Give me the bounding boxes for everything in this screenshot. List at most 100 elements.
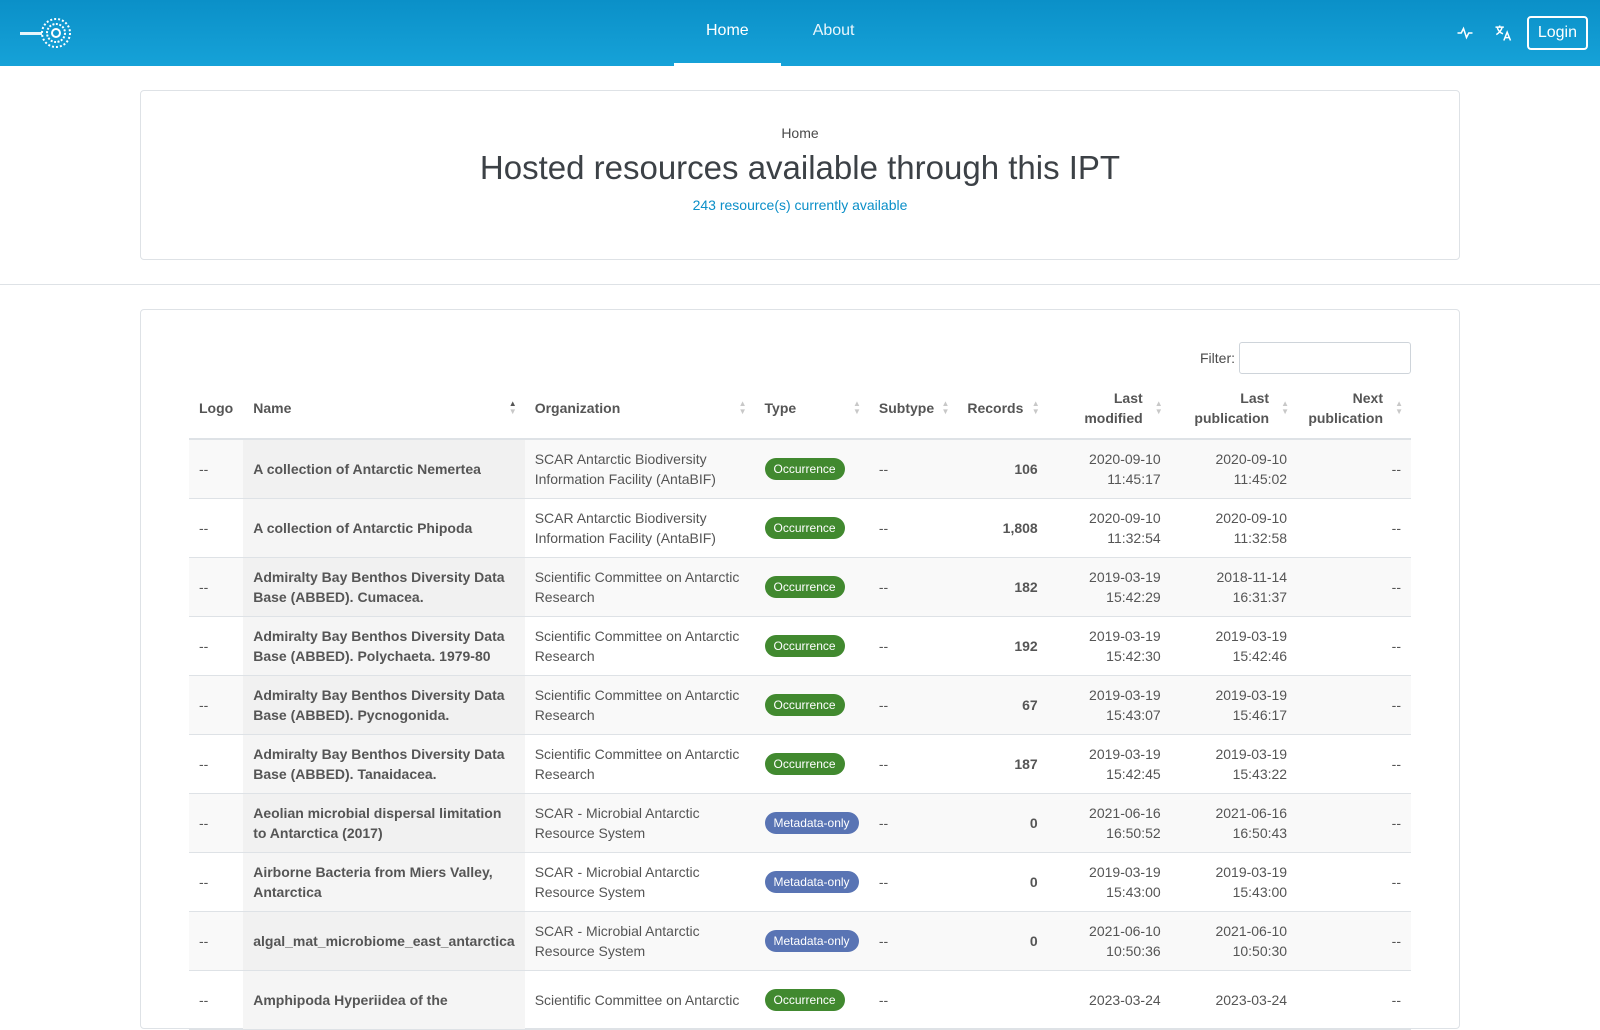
- cell-last-publication: 2020-09-10 11:45:02: [1170, 439, 1298, 499]
- cell-subtype: --: [868, 734, 958, 794]
- col-last-publication[interactable]: Last publication ▲ ▼: [1170, 377, 1298, 440]
- cell-name-link[interactable]: Aeolian microbial dispersal limitation t…: [243, 793, 525, 853]
- page-header-card: Home Hosted resources available through …: [140, 90, 1460, 260]
- sort-icon: ▲ ▼: [941, 398, 950, 416]
- cell-type: Occurrence: [754, 498, 869, 558]
- table-row[interactable]: -- Aeolian microbial dispersal limitation…: [189, 793, 1411, 853]
- col-records[interactable]: Records ▲ ▼: [957, 377, 1048, 440]
- cell-type: Occurrence: [754, 616, 869, 676]
- cell-last-modified: 2019-03-19 15:42:29: [1047, 557, 1171, 617]
- resources-table-card: Filter: Logo Name ▲ ▼ Organization ▲ ▼ Typ…: [140, 309, 1460, 1030]
- cell-last-modified: 2019-03-19 15:43:07: [1047, 675, 1171, 735]
- cell-next-publication: --: [1297, 911, 1411, 971]
- cell-name-link[interactable]: A collection of Antarctic Phipoda: [243, 498, 525, 558]
- cell-next-publication: --: [1297, 498, 1411, 558]
- nav-home-link[interactable]: Home: [674, 0, 781, 66]
- cell-name-link[interactable]: algal_mat_microbiome_east_antarctica: [243, 911, 525, 971]
- table-row[interactable]: -- Admiralty Bay Benthos Diversity Data B…: [189, 734, 1411, 794]
- cell-records: 0: [957, 852, 1048, 912]
- nav-about-link[interactable]: About: [781, 0, 887, 66]
- table-row[interactable]: -- algal_mat_microbiome_east_antarctica SC…: [189, 911, 1411, 971]
- cell-subtype: --: [868, 852, 958, 912]
- cell-type: Occurrence: [754, 675, 869, 735]
- table-row[interactable]: -- A collection of Antarctic Nemertea SCAR…: [189, 439, 1411, 499]
- col-last-modified[interactable]: Last modified ▲ ▼: [1047, 377, 1171, 440]
- cell-logo: --: [189, 439, 244, 499]
- cell-organization: SCAR Antarctic Biodiversity Information …: [524, 439, 755, 499]
- cell-last-publication: 2019-03-19 15:43:00: [1170, 852, 1298, 912]
- cell-name-link[interactable]: Admiralty Bay Benthos Diversity Data Bas…: [243, 675, 525, 735]
- cell-last-modified: 2020-09-10 11:45:17: [1047, 439, 1171, 499]
- cell-organization: Scientific Committee on Antarctic Resear…: [524, 675, 755, 735]
- cell-next-publication: --: [1297, 616, 1411, 676]
- table-header-row: Logo Name ▲ ▼ Organization ▲ ▼ Type ▲ ▼ Sub…: [189, 377, 1411, 440]
- cell-records: 67: [957, 675, 1048, 735]
- sort-icon: ▲ ▼: [1281, 398, 1290, 416]
- cell-records: 106: [957, 439, 1048, 499]
- table-row[interactable]: -- Admiralty Bay Benthos Diversity Data B…: [189, 616, 1411, 676]
- cell-organization: SCAR - Microbial Antarctic Resource Syst…: [524, 852, 755, 912]
- activity-icon[interactable]: [1451, 16, 1479, 50]
- filter-input[interactable]: [1239, 342, 1411, 374]
- resources-table: Logo Name ▲ ▼ Organization ▲ ▼ Type ▲ ▼ Sub…: [189, 377, 1411, 1030]
- table-row[interactable]: -- Admiralty Bay Benthos Diversity Data B…: [189, 557, 1411, 617]
- type-badge: Metadata-only: [764, 870, 859, 893]
- cell-subtype: --: [868, 675, 958, 735]
- cell-last-modified: 2019-03-19 15:43:00: [1047, 852, 1171, 912]
- top-navbar: Home About Login: [0, 0, 1600, 66]
- table-row[interactable]: -- A collection of Antarctic Phipoda SCAR …: [189, 498, 1411, 558]
- login-button[interactable]: Login: [1526, 16, 1588, 50]
- cell-logo: --: [189, 498, 244, 558]
- page-header-section: Home Hosted resources available through …: [0, 66, 1600, 285]
- cell-name-link[interactable]: Airborne Bacteria from Miers Valley, Ant…: [243, 852, 525, 912]
- page-title: Hosted resources available through this …: [479, 149, 1121, 186]
- sort-icon: ▲ ▼: [738, 398, 747, 416]
- cell-next-publication: --: [1297, 675, 1411, 735]
- table-row[interactable]: -- Admiralty Bay Benthos Diversity Data B…: [189, 675, 1411, 735]
- cell-records: 182: [957, 557, 1048, 617]
- cell-last-publication: 2019-03-19 15:46:17: [1170, 675, 1298, 735]
- cell-type: Metadata-only: [754, 911, 869, 971]
- col-name[interactable]: Name ▲ ▼: [243, 377, 525, 440]
- col-type[interactable]: Type ▲ ▼: [754, 377, 869, 440]
- sort-icon: ▲ ▼: [508, 398, 517, 416]
- sort-icon: ▲ ▼: [1031, 398, 1040, 416]
- cell-next-publication: --: [1297, 852, 1411, 912]
- cell-next-publication: --: [1297, 793, 1411, 853]
- cell-records: 1,808: [957, 498, 1048, 558]
- breadcrumb: Home: [781, 125, 819, 141]
- cell-name-link[interactable]: Admiralty Bay Benthos Diversity Data Bas…: [243, 734, 525, 794]
- table-row[interactable]: -- Airborne Bacteria from Miers Valley, A…: [189, 852, 1411, 912]
- cell-organization: SCAR - Microbial Antarctic Resource Syst…: [524, 793, 755, 853]
- cell-last-publication: 2020-09-10 11:32:58: [1170, 498, 1298, 558]
- gbif-ipt-logo[interactable]: [20, 16, 72, 50]
- type-badge: Metadata-only: [764, 811, 859, 834]
- cell-subtype: --: [868, 439, 958, 499]
- cell-logo: --: [189, 557, 244, 617]
- cell-organization: Scientific Committee on Antarctic Resear…: [524, 557, 755, 617]
- cell-records: 0: [957, 911, 1048, 971]
- cell-next-publication: --: [1297, 557, 1411, 617]
- type-badge: Occurrence: [764, 634, 845, 657]
- cell-last-publication: 2019-03-19 15:42:46: [1170, 616, 1298, 676]
- col-next-publication[interactable]: Next publication ▲ ▼: [1297, 377, 1411, 440]
- cell-organization: Scientific Committee on Antarctic Resear…: [524, 734, 755, 794]
- cell-last-modified: 2021-06-10 10:50:36: [1047, 911, 1171, 971]
- cell-name-link[interactable]: Admiralty Bay Benthos Diversity Data Bas…: [243, 557, 525, 617]
- translate-icon[interactable]: [1489, 16, 1517, 50]
- filter-label: Filter:: [1200, 350, 1235, 366]
- cell-organization: SCAR - Microbial Antarctic Resource Syst…: [524, 911, 755, 971]
- cell-name-link[interactable]: A collection of Antarctic Nemertea: [243, 439, 525, 499]
- filter-group: Filter:: [1200, 342, 1411, 374]
- type-badge: Occurrence: [764, 575, 845, 598]
- col-subtype[interactable]: Subtype ▲ ▼: [868, 377, 958, 440]
- type-badge: Occurrence: [764, 457, 845, 480]
- cell-last-publication: 2019-03-19 15:43:22: [1170, 734, 1298, 794]
- cell-organization: SCAR Antarctic Biodiversity Information …: [524, 498, 755, 558]
- cell-last-modified: 2019-03-19 15:42:45: [1047, 734, 1171, 794]
- cell-name-link[interactable]: Admiralty Bay Benthos Diversity Data Bas…: [243, 616, 525, 676]
- cell-type: Metadata-only: [754, 793, 869, 853]
- cell-logo: --: [189, 852, 244, 912]
- type-badge: Occurrence: [764, 516, 845, 539]
- col-organization[interactable]: Organization ▲ ▼: [524, 377, 755, 440]
